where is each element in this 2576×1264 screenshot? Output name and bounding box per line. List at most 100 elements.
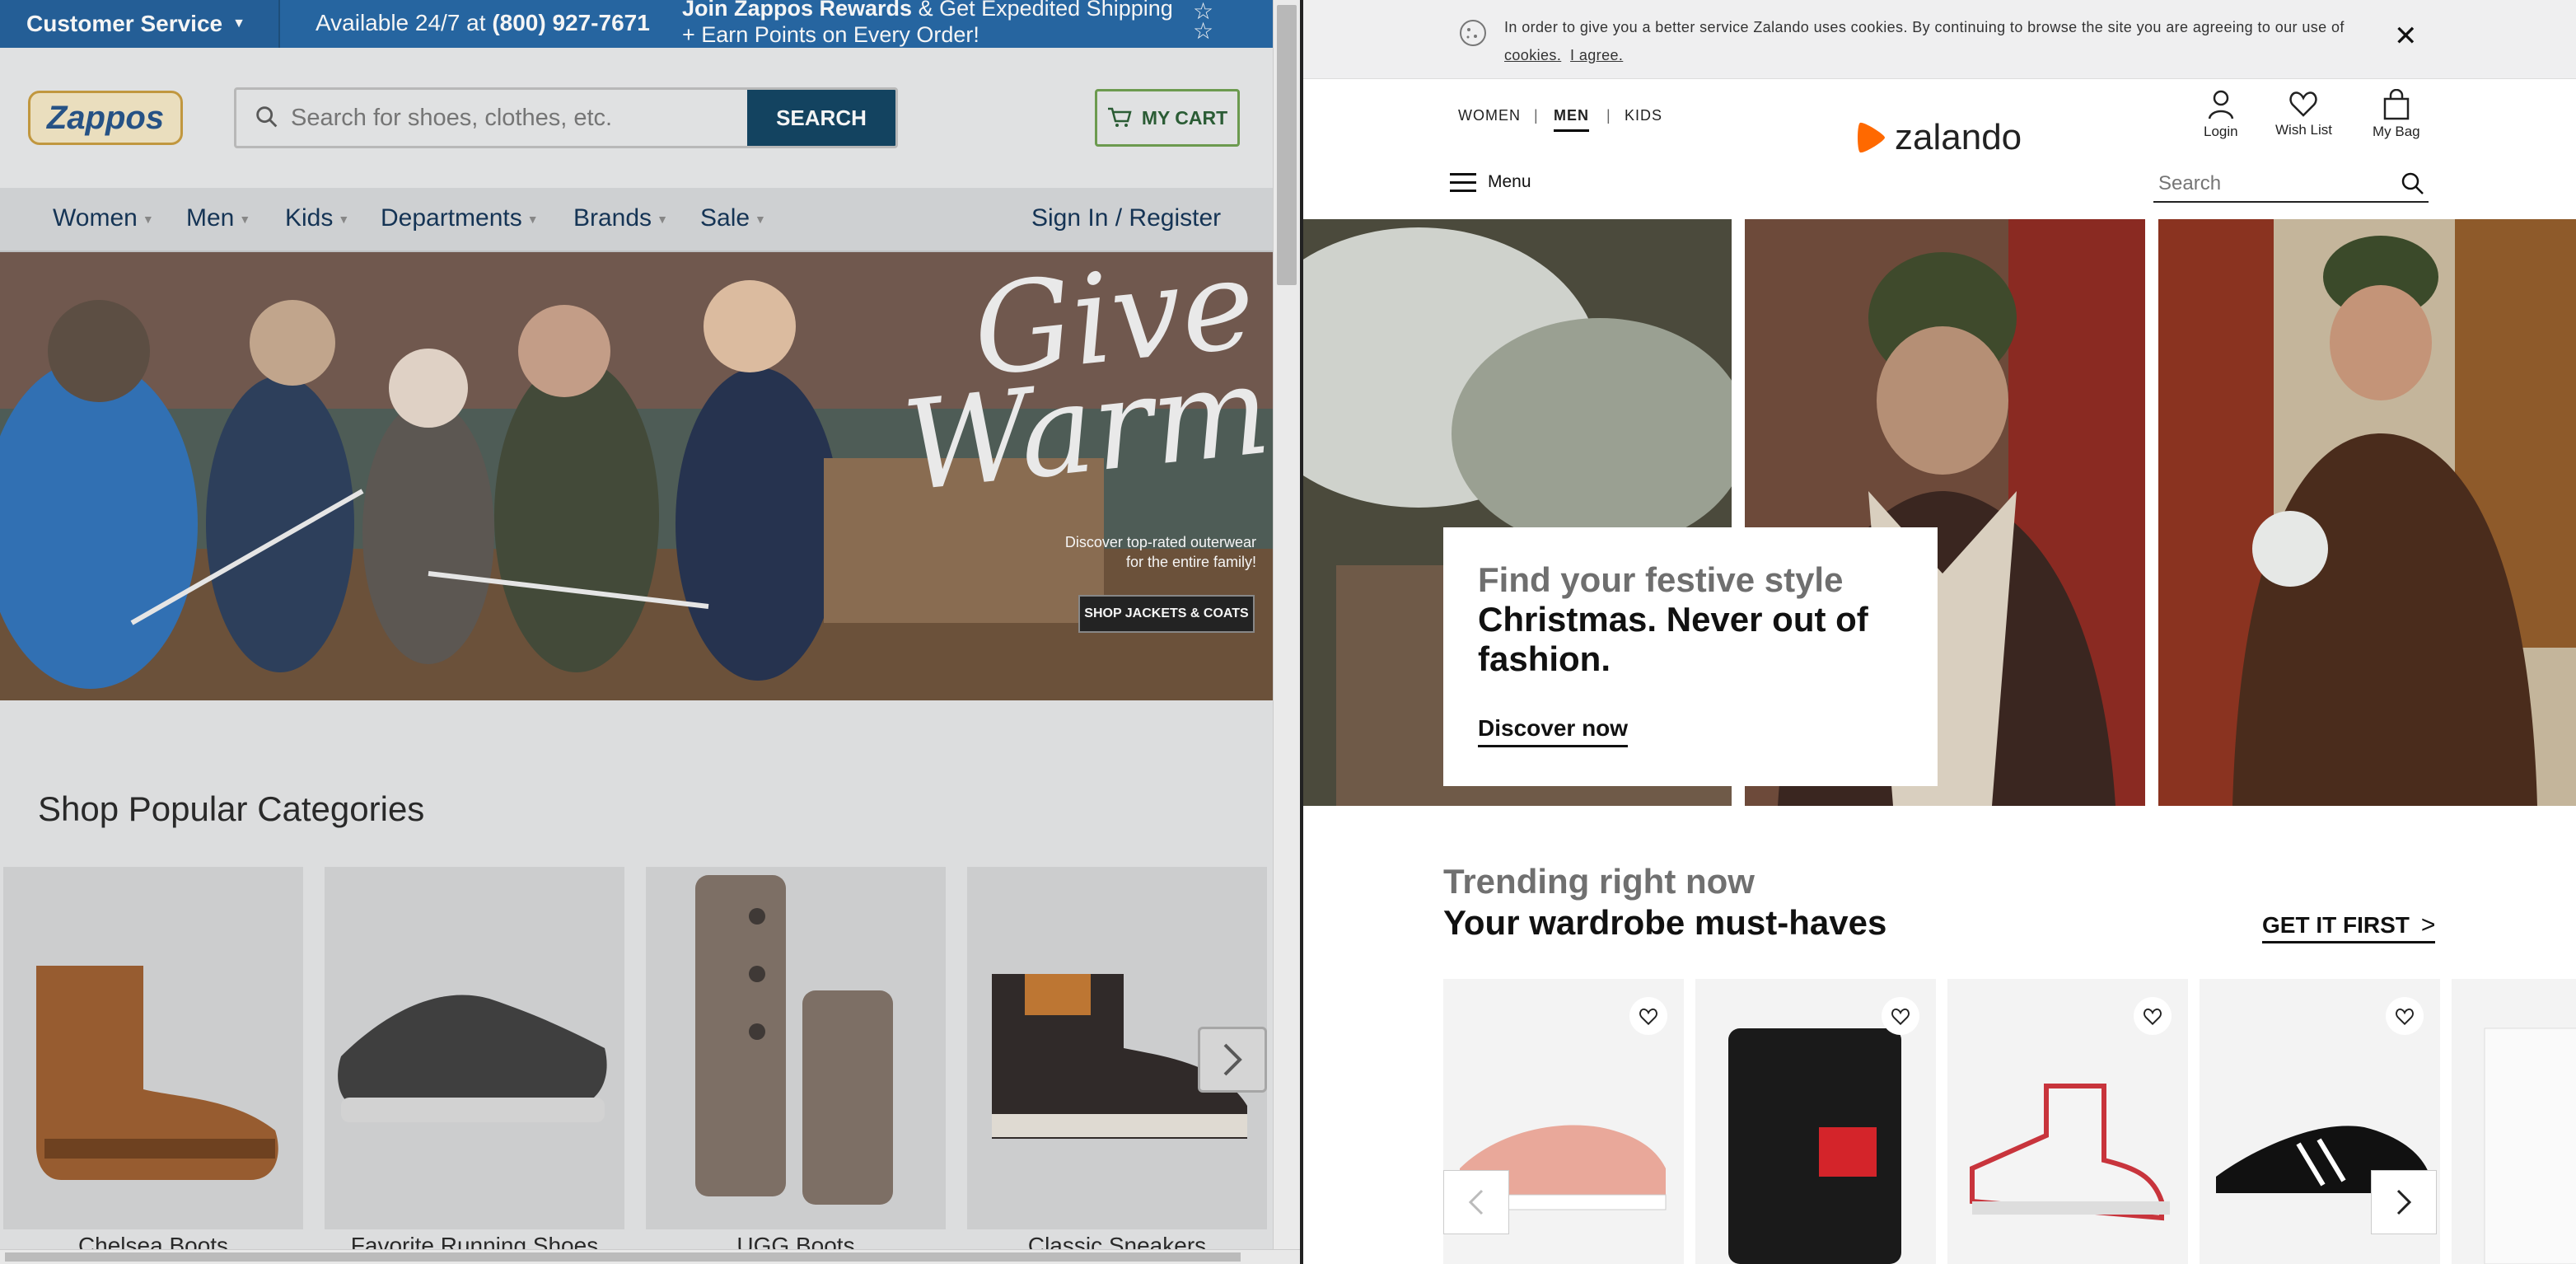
caret-down-icon: ▼: [142, 213, 154, 227]
sign-in-link[interactable]: Sign In / Register: [1031, 204, 1221, 232]
tab-women[interactable]: WOMEN: [1458, 107, 1521, 124]
category-card[interactable]: Chelsea Boots: [3, 867, 303, 1258]
caret-down-icon: ▼: [232, 16, 245, 30]
category-carousel: Chelsea Boots Favorite Running Shoes UGG…: [0, 867, 1273, 1258]
product-card[interactable]: [1695, 979, 1936, 1264]
wishlist-label: Wish List: [2275, 122, 2332, 138]
cookies-link[interactable]: cookies.: [1504, 47, 1561, 63]
caret-down-icon: ▼: [657, 213, 668, 227]
zalando-window: In order to give you a better service Za…: [1303, 0, 2576, 1264]
vertical-scrollbar[interactable]: [1273, 0, 1300, 1264]
get-it-first-link[interactable]: GET IT FIRST >: [2262, 911, 2436, 943]
tab-men[interactable]: MEN: [1554, 107, 1589, 132]
availability-text: Available 24/7 at (800) 927-7671: [316, 10, 650, 36]
rewards-line2: + Earn Points on Every Order!: [682, 22, 979, 47]
chevron-right-icon: [2396, 1189, 2412, 1215]
chelsea-boot-image: [36, 966, 278, 1180]
nav-sale[interactable]: Sale ▼: [700, 204, 766, 232]
caret-down-icon: ▼: [239, 213, 251, 227]
stars-icon: ☆ ☆: [1193, 0, 1214, 44]
chevron-right-icon: >: [2420, 911, 2436, 939]
product-card[interactable]: [1947, 979, 2188, 1264]
zappos-window: Customer Service ▼ Available 24/7 at (80…: [0, 0, 1300, 1264]
tab-separator: |: [1606, 107, 1611, 124]
cookie-message: In order to give you a better service Za…: [1504, 19, 2345, 35]
caret-down-icon: ▼: [526, 213, 539, 227]
zappos-logo[interactable]: Zappos: [28, 91, 183, 145]
cookie-text: In order to give you a better service Za…: [1504, 13, 2377, 69]
hero-banner[interactable]: Find your festive style Christmas. Never…: [1303, 219, 2576, 806]
search-input[interactable]: [291, 90, 736, 146]
wishlist-heart-icon[interactable]: [1629, 997, 1667, 1035]
agree-link[interactable]: I agree.: [1570, 47, 1623, 63]
white-shirt-image: [2484, 1028, 2576, 1264]
logo-text: zalando: [1895, 117, 2022, 157]
hero-banner[interactable]: Give Warmth Discover top-rated outerwear…: [0, 252, 1273, 700]
category-card[interactable]: UGG Boots: [646, 867, 946, 1258]
close-icon[interactable]: ✕: [2394, 20, 2418, 53]
wishlist-heart-icon[interactable]: [2134, 997, 2172, 1035]
nav-men[interactable]: Men ▼: [186, 204, 250, 232]
chevron-left-icon: [1468, 1189, 1484, 1215]
tab-kids[interactable]: KIDS: [1625, 107, 1662, 124]
customer-service-dropdown[interactable]: Customer Service ▼: [0, 0, 280, 48]
product-card[interactable]: [2452, 979, 2576, 1264]
caret-down-icon: ▼: [755, 213, 766, 227]
carousel-prev-button[interactable]: [1443, 1170, 1509, 1234]
phone-number[interactable]: (800) 927-7671: [492, 10, 649, 35]
carousel-next-button[interactable]: [2371, 1170, 2437, 1234]
running-shoe-image: [338, 995, 607, 1122]
carousel-next-button[interactable]: [1198, 1027, 1267, 1093]
cart-icon: [1107, 107, 1132, 127]
rewards-promo[interactable]: Join Zappos Rewards & Get Expedited Ship…: [682, 0, 1173, 48]
scrollbar-thumb[interactable]: [1277, 5, 1297, 285]
availability-prefix: Available 24/7 at: [316, 10, 493, 35]
search-button[interactable]: SEARCH: [747, 90, 895, 146]
cookie-icon: [1460, 20, 1486, 46]
tab-separator: |: [1534, 107, 1539, 124]
shop-jackets-button[interactable]: SHOP JACKETS & COATS: [1078, 595, 1255, 633]
search-icon[interactable]: [2401, 171, 2425, 196]
hero-headline: Give Warmth: [896, 252, 1273, 520]
login-button[interactable]: Login: [2204, 89, 2238, 140]
man-snowball-photo: [2158, 219, 2576, 806]
hero-card: Find your festive style Christmas. Never…: [1443, 527, 1938, 786]
get-it-first-label: GET IT FIRST: [2262, 912, 2410, 938]
search-input[interactable]: [2158, 170, 2389, 198]
discover-now-link[interactable]: Discover now: [1478, 715, 1629, 747]
hero-copy-line1: Discover top-rated outerwear: [1064, 534, 1256, 550]
search-bar: [2153, 166, 2429, 203]
cookie-banner: In order to give you a better service Za…: [1303, 0, 2576, 79]
customer-service-label: Customer Service: [26, 11, 223, 36]
chevron-right-icon: [1223, 1043, 1242, 1076]
trending-title: Your wardrobe must-haves: [1443, 903, 1887, 942]
wishlist-heart-icon[interactable]: [2386, 997, 2424, 1035]
rewards-bold: Join Zappos Rewards: [682, 0, 913, 21]
hero-line2: Christmas. Never out of fashion.: [1478, 600, 1868, 678]
bag-button[interactable]: My Bag: [2373, 89, 2420, 140]
cart-button[interactable]: MY CART: [1095, 89, 1240, 147]
hamburger-icon: [1450, 173, 1476, 192]
horizontal-scrollbar[interactable]: [0, 1249, 1300, 1264]
category-card[interactable]: Favorite Running Shoes: [325, 867, 624, 1258]
nav-departments[interactable]: Departments ▼: [381, 204, 539, 232]
hero-line1: Find your festive style: [1478, 560, 1844, 599]
nav-label: Women: [53, 204, 138, 232]
hero-copy-line2: for the entire family!: [1125, 554, 1256, 570]
search-bar: SEARCH: [234, 87, 898, 148]
wishlist-heart-icon[interactable]: [1882, 997, 1919, 1035]
nav-women[interactable]: Women ▼: [53, 204, 154, 232]
nav-label: Sale: [700, 204, 750, 232]
nav-brands[interactable]: Brands ▼: [573, 204, 668, 232]
rewards-line1: & Get Expedited Shipping: [912, 0, 1173, 21]
nav-kids[interactable]: Kids ▼: [285, 204, 349, 232]
scrollbar-thumb[interactable]: [5, 1252, 1241, 1262]
wishlist-button[interactable]: Wish List: [2275, 89, 2332, 138]
menu-button[interactable]: Menu: [1450, 171, 1531, 193]
zalando-logo[interactable]: zalando: [1855, 117, 2022, 158]
user-icon: [2208, 90, 2234, 119]
nav-label: Departments: [381, 204, 522, 232]
login-label: Login: [2204, 124, 2238, 139]
bag-icon: [2383, 89, 2410, 120]
heart-icon: [2289, 91, 2318, 117]
